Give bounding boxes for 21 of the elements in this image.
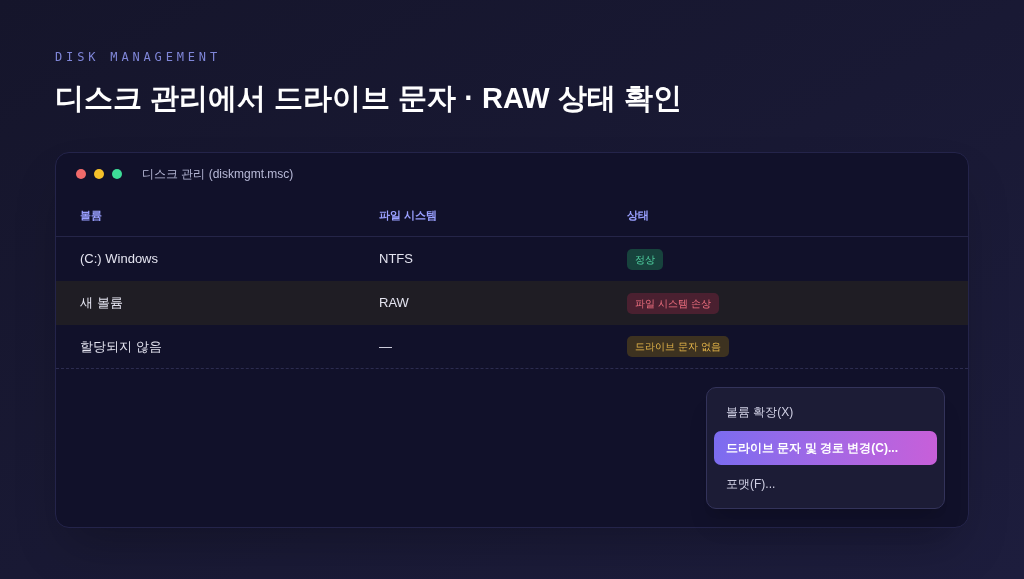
table-row[interactable]: 새 볼륨 RAW 파일 시스템 손상 <box>56 281 968 325</box>
table-cell-text: (C:) Windows <box>80 250 158 269</box>
menu-item[interactable]: 포맷(F)... <box>714 467 937 501</box>
status-badge: 파일 시스템 손상 <box>627 292 719 314</box>
window-title: 디스크 관리 (diskmgmt.msc) <box>142 166 294 183</box>
menu-item[interactable]: 드라이브 문자 및 경로 변경(C)... <box>714 431 937 465</box>
menu-item[interactable]: 볼륨 확장(X) <box>714 395 937 429</box>
column-header: 볼륨 <box>80 208 102 224</box>
table-cell-text: — <box>379 337 392 356</box>
table-row[interactable]: (C:) Windows NTFS 정상 <box>56 237 968 281</box>
eyebrow-label: DISK MANAGEMENT <box>55 49 222 66</box>
page-title: 디스크 관리에서 드라이브 문자 · RAW 상태 확인 <box>55 81 683 116</box>
table-cell-text: RAW <box>379 294 409 313</box>
table-cell-text: 할당되지 않음 <box>80 337 162 356</box>
column-header: 상태 <box>627 208 649 224</box>
status-badge: 정상 <box>627 248 663 270</box>
table-cell-text: 새 볼륨 <box>80 294 123 313</box>
table-row[interactable]: 할당되지 않음 — 드라이브 문자 없음 <box>56 325 968 369</box>
column-header: 파일 시스템 <box>379 208 438 224</box>
status-badge: 드라이브 문자 없음 <box>627 336 729 357</box>
table-cell-text: NTFS <box>379 250 413 269</box>
